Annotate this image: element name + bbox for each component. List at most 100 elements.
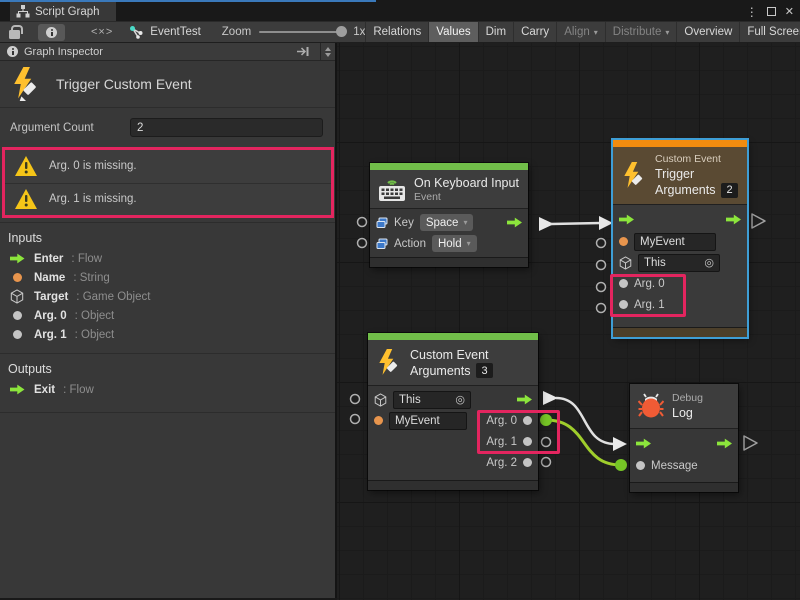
- zoom-slider-knob[interactable]: [336, 26, 347, 37]
- port-keyboard-action[interactable]: [358, 239, 367, 248]
- dim-button[interactable]: Dim: [478, 22, 513, 42]
- relations-button[interactable]: Relations: [365, 22, 428, 42]
- node-title: Custom Event: [410, 347, 493, 363]
- distribute-button[interactable]: Distribute▾: [605, 22, 677, 42]
- info-icon-wrap: [38, 24, 65, 41]
- node-footer: [370, 257, 528, 267]
- flow-wire-end-arrow: [599, 216, 613, 230]
- output-item-exit: Exit: Flow: [0, 380, 335, 399]
- event-name-field[interactable]: MyEvent: [389, 412, 467, 430]
- outputs-section: Outputs Exit: Flow: [0, 354, 335, 399]
- connected-port-message-input[interactable]: [615, 459, 627, 471]
- arg1-row: Arg. 1: [368, 431, 538, 452]
- enum-icon: [376, 238, 388, 250]
- close-icon[interactable]: ✕: [785, 5, 794, 18]
- warnings-annotation-box: Arg. 0 is missing. Arg. 1 is missing.: [2, 147, 334, 218]
- csharp-preview-button[interactable]: <×>: [82, 22, 122, 42]
- tab-script-graph[interactable]: Script Graph: [10, 2, 116, 21]
- graph-inspector-panel: Graph Inspector Trigger Custom Event Arg…: [0, 43, 337, 598]
- full-screen-button[interactable]: Full Screen: [739, 22, 800, 42]
- caret-down-icon: ▾: [594, 28, 598, 37]
- event-name-field[interactable]: MyEvent: [634, 233, 716, 251]
- port-debug-exit[interactable]: [744, 436, 757, 450]
- inspector-header-title: Graph Inspector: [24, 46, 290, 58]
- target-picker-icon[interactable]: ◎: [704, 256, 714, 269]
- argument-count-input[interactable]: [130, 118, 323, 137]
- flow-wire-keyboard-to-trigger: [551, 223, 601, 224]
- node-on-keyboard-input[interactable]: On Keyboard Input Event Key Space▾: [370, 163, 528, 267]
- maximize-icon[interactable]: [767, 7, 776, 16]
- port-receiver-arg1-output[interactable]: [542, 438, 551, 447]
- node-title-line2: Arguments: [655, 182, 715, 198]
- trigger-node-color-bar: [613, 140, 747, 147]
- port-receiver-target[interactable]: [351, 395, 360, 404]
- align-button[interactable]: Align▾: [556, 22, 605, 42]
- node-trigger-custom-event[interactable]: Custom Event Trigger Arguments 2 MyEvent: [613, 140, 747, 337]
- key-row: Key Space▾: [370, 212, 528, 233]
- port-trigger-arg0[interactable]: [597, 283, 606, 292]
- flow-wire-end-arrow: [613, 437, 627, 451]
- target-field[interactable]: This◎: [638, 254, 720, 272]
- object-port-icon: [619, 300, 628, 309]
- port-trigger-arg1[interactable]: [597, 304, 606, 313]
- zoom-label: Zoom: [222, 26, 251, 38]
- graph-breadcrumb[interactable]: EventTest: [122, 22, 208, 42]
- object-port-icon: [619, 279, 628, 288]
- port-receiver-arg2-output[interactable]: [542, 458, 551, 467]
- port-trigger-exit[interactable]: [752, 214, 765, 228]
- key-dropdown[interactable]: Space▾: [420, 214, 474, 231]
- string-port-icon: [619, 237, 628, 246]
- enter-input-port[interactable]: [636, 438, 651, 449]
- bug-icon: [638, 393, 664, 419]
- exit-output-port[interactable]: [726, 214, 741, 225]
- panel-spinner[interactable]: [320, 43, 335, 60]
- port-keyboard-key[interactable]: [358, 218, 367, 227]
- carry-button[interactable]: Carry: [513, 22, 556, 42]
- window-controls: ⋮ ✕: [746, 2, 794, 21]
- flow-row: [613, 208, 747, 231]
- graph-canvas[interactable]: On Keyboard Input Event Key Space▾: [337, 43, 800, 600]
- script-graph-asset-icon: [129, 26, 144, 39]
- node-debug-log[interactable]: Debug Log Message: [630, 384, 738, 492]
- tab-label: Script Graph: [35, 6, 100, 18]
- inspector-toggle-button[interactable]: [29, 22, 74, 42]
- trigger-output-port[interactable]: [517, 394, 532, 405]
- inputs-heading: Inputs: [0, 223, 335, 249]
- dock-panel-icon[interactable]: [296, 46, 310, 57]
- node-title-line1: Trigger: [655, 166, 738, 182]
- target-field[interactable]: This◎: [393, 391, 471, 409]
- node-footer: [630, 482, 738, 492]
- event-name-row: MyEvent: [613, 231, 747, 252]
- warning-text: Arg. 0 is missing.: [49, 160, 137, 172]
- keyboard-icon: [378, 176, 406, 202]
- zoom-value: 1x: [353, 26, 365, 38]
- custom-event-icon: [376, 349, 402, 377]
- inputs-section: Inputs Enter: Flow Name: String Target: …: [0, 223, 335, 344]
- outputs-heading: Outputs: [0, 354, 335, 380]
- graph-toolbar: <×> EventTest Zoom 1x Relations Values D…: [0, 21, 800, 43]
- string-port-icon: [374, 416, 383, 425]
- arg2-row: Arg. 2: [368, 452, 538, 473]
- zoom-slider[interactable]: [259, 31, 345, 33]
- object-port-icon: [13, 330, 22, 339]
- custom-event-icon: [10, 67, 42, 101]
- port-trigger-target[interactable]: [597, 261, 606, 270]
- input-item-name: Name: String: [0, 268, 335, 287]
- trigger-output-port[interactable]: [507, 217, 522, 228]
- window-menu-icon[interactable]: ⋮: [746, 5, 758, 19]
- unit-title: Trigger Custom Event: [56, 76, 192, 92]
- port-receiver-name[interactable]: [351, 415, 360, 424]
- action-dropdown[interactable]: Hold▾: [432, 235, 477, 252]
- connected-port-arg0-output[interactable]: [540, 414, 552, 426]
- argument-count-badge: 2: [721, 183, 737, 198]
- port-trigger-name[interactable]: [597, 239, 606, 248]
- values-button[interactable]: Values: [428, 22, 477, 42]
- target-picker-icon[interactable]: ◎: [455, 393, 465, 406]
- overview-button[interactable]: Overview: [676, 22, 739, 42]
- enter-input-port[interactable]: [619, 214, 634, 225]
- object-port-icon: [13, 311, 22, 320]
- exit-output-port[interactable]: [717, 438, 732, 449]
- lock-button[interactable]: [0, 22, 29, 42]
- argument-count-row: Argument Count: [0, 108, 335, 148]
- node-custom-event[interactable]: Custom Event Arguments 3 This◎: [368, 333, 538, 490]
